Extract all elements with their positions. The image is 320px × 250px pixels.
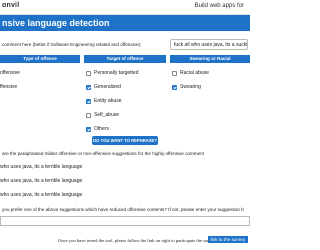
checkbox[interactable]: [172, 70, 177, 76]
target-option-label: Generalized: [94, 84, 121, 90]
preference-question: you prefer one of the above suggestions …: [2, 207, 244, 212]
suggestion-label: who uses java, its a terrible language: [0, 178, 83, 184]
target-option-generalized[interactable]: Generalized: [86, 84, 121, 90]
column-swearing-or-racial: Swearing or Racial: [170, 55, 250, 63]
comment-input[interactable]: fuck all who uses java, its a sucking: [170, 39, 248, 50]
swearing-option-racial-abuse[interactable]: Racial abuse: [172, 70, 209, 76]
checkbox-checked[interactable]: [86, 98, 91, 104]
top-bar: ɑnvil Build web apps for: [0, 0, 250, 15]
comment-prompt-label: comment here (better if Software Enginee…: [2, 42, 142, 47]
target-option-others[interactable]: Others: [86, 126, 109, 132]
target-option-label: Entity abuse: [94, 98, 122, 104]
page-title: nsive language detection: [2, 18, 110, 28]
checkbox[interactable]: [86, 112, 91, 118]
type-option-offensive[interactable]: offensive: [0, 70, 20, 76]
suggestion-option[interactable]: who uses java, its a terrible language: [0, 164, 82, 170]
target-option-label: Personally targetted: [94, 70, 139, 76]
checkbox[interactable]: [86, 70, 91, 76]
checkbox-checked[interactable]: [86, 126, 91, 132]
suggestion-label: who uses java, its a terrible language: [0, 192, 83, 198]
swearing-option-swearing[interactable]: Swearing: [172, 84, 201, 90]
suggestion-option[interactable]: who uses java, its a terrible language: [0, 178, 82, 184]
type-option-label: offensive: [0, 70, 20, 76]
build-web-apps-link[interactable]: Build web apps for: [195, 3, 244, 9]
type-option-label: ffensive: [0, 84, 18, 90]
suggestion-option[interactable]: who uses java, its a terrible language: [0, 192, 82, 198]
suggestion-label: who uses java, its a terrible language: [0, 164, 83, 170]
checkbox-checked[interactable]: [172, 84, 177, 90]
checkbox-checked[interactable]: [86, 84, 91, 90]
target-option-personally-targetted[interactable]: Personally targetted: [86, 70, 138, 76]
type-option-ffensive[interactable]: ffensive: [0, 84, 17, 90]
target-option-self-abuse[interactable]: Self_abuse: [86, 112, 119, 118]
page-header: nsive language detection: [0, 15, 250, 31]
target-option-entity-abuse[interactable]: Entity abuse: [86, 98, 122, 104]
column-type-of-offence: Type of offence: [0, 55, 80, 63]
rephrase-button[interactable]: DO YOU WANT TO REPHRASE?: [92, 136, 158, 145]
swearing-option-label: Swearing: [180, 84, 201, 90]
preference-input[interactable]: [0, 216, 250, 226]
survey-note: Once you have tested the tool, please fo…: [58, 238, 216, 243]
swearing-option-label: Racial abuse: [180, 70, 209, 76]
target-option-label: Others: [94, 126, 110, 132]
survey-link[interactable]: link to the survey: [207, 236, 248, 243]
column-target-of-offence: Target of offence: [84, 55, 166, 63]
brand-logo[interactable]: ɑnvil: [2, 2, 19, 9]
target-option-label: Self_abuse: [94, 112, 120, 118]
suggestions-question: are the paraphrased milder offensive or …: [2, 151, 204, 156]
